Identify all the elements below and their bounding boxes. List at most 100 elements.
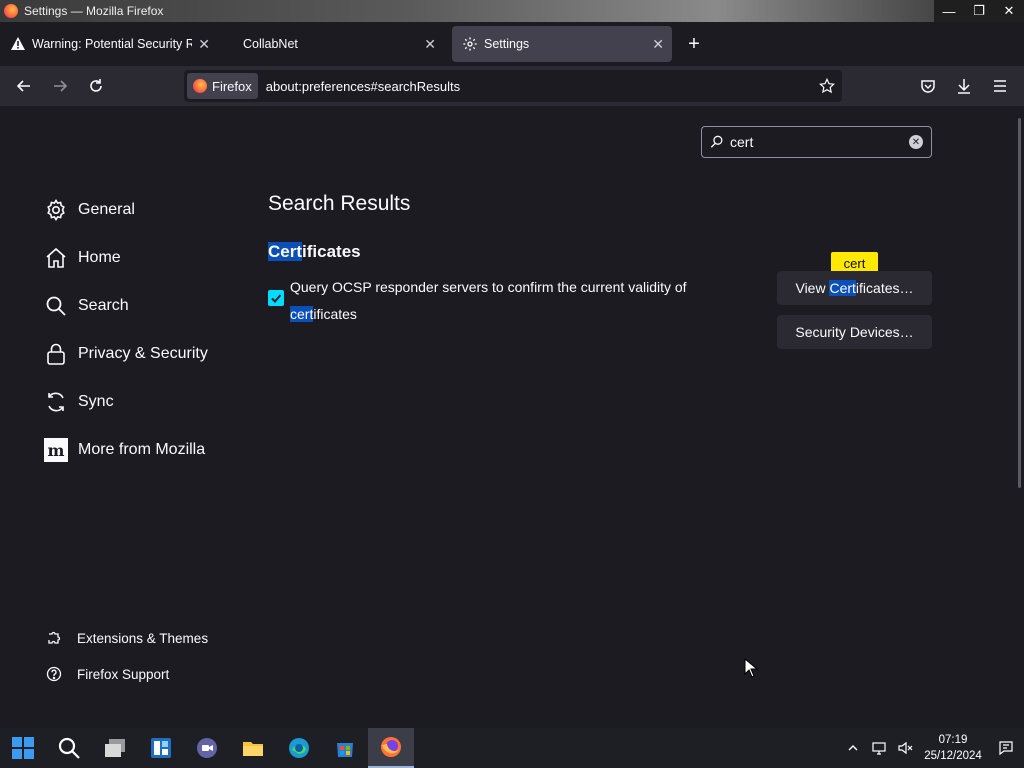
search-icon[interactable] (46, 728, 92, 768)
system-clock[interactable]: 07:19 25/12/2024 (918, 732, 988, 764)
bookmark-star-icon[interactable] (812, 78, 842, 94)
sidebar: General Home Search Privacy & Security S… (44, 186, 254, 474)
page-title: Search Results (268, 192, 411, 215)
search-highlight: Cert (268, 242, 303, 261)
reload-icon (90, 79, 102, 92)
clock-time: 07:19 (938, 734, 968, 746)
gear-icon (462, 36, 478, 52)
window-title: Settings — Mozilla Firefox (24, 4, 164, 18)
button-label-prefix: View (795, 280, 826, 296)
close-window-button[interactable]: ✕ (994, 0, 1024, 22)
extensions-themes-link[interactable]: Extensions & Themes (46, 620, 208, 656)
ocsp-label-rest: ificates (313, 306, 357, 322)
search-highlight: Cert (829, 280, 856, 296)
mouse-cursor-icon (744, 657, 759, 683)
svg-text:m: m (48, 441, 65, 460)
puzzle-icon (46, 630, 62, 646)
nav-bar: Firefox about:preferences#searchResults (0, 66, 1024, 106)
search-input[interactable] (730, 134, 909, 150)
file-explorer-icon[interactable] (230, 728, 276, 768)
firefox-logo-icon (4, 4, 18, 18)
ocsp-setting[interactable]: Query OCSP responder servers to confirm … (268, 274, 728, 328)
restore-button[interactable]: ❐ (964, 0, 994, 22)
footer-label: Firefox Support (77, 666, 170, 682)
firefox-logo-icon (193, 79, 207, 93)
identity-box[interactable]: Firefox (187, 73, 258, 99)
start-icon[interactable] (0, 728, 46, 768)
notifications-icon[interactable] (988, 728, 1024, 768)
tab-label: Warning: Potential Security Risk Ahead (32, 37, 193, 51)
sidebar-item-privacy[interactable]: Privacy & Security (44, 330, 254, 378)
new-tab-button[interactable]: + (678, 28, 710, 60)
search-highlight: cert (290, 306, 314, 322)
gear-icon (44, 198, 68, 222)
tab-strip: Warning: Potential Security Risk Ahead ✕… (0, 22, 1024, 66)
help-icon (46, 666, 62, 682)
tab-settings[interactable]: Settings ✕ (452, 26, 672, 62)
minimize-button[interactable]: — (934, 0, 964, 22)
sidebar-item-label: More from Mozilla (78, 441, 206, 458)
downloads-button[interactable] (946, 70, 982, 102)
lock-icon (44, 342, 68, 366)
sidebar-item-search[interactable]: Search (44, 282, 254, 330)
sidebar-footer: Extensions & Themes Firefox Support (46, 620, 208, 692)
search-icon (44, 294, 68, 318)
sidebar-item-label: Search (78, 297, 129, 314)
tab-collabnet[interactable]: CollabNet ✕ (218, 26, 444, 62)
sidebar-item-home[interactable]: Home (44, 234, 254, 282)
preferences-page: ✕ General Home Search Privacy & Security (0, 106, 1016, 728)
view-certificates-button[interactable]: View Cert ificates… (777, 271, 932, 305)
firefox-icon[interactable] (368, 728, 414, 768)
close-icon[interactable]: ✕ (652, 36, 664, 53)
forward-button[interactable] (42, 70, 78, 102)
tab-label: CollabNet (243, 37, 298, 51)
store-icon[interactable] (322, 728, 368, 768)
section-title-rest: ificates (302, 242, 361, 261)
hamburger-menu-icon (994, 80, 1006, 92)
home-icon (44, 246, 68, 270)
security-devices-button[interactable]: Security Devices… (777, 315, 932, 349)
toolbar-right (910, 70, 1018, 102)
find-in-settings[interactable]: ✕ (701, 126, 932, 158)
ocsp-label-line1: Query OCSP responder servers to confirm … (290, 279, 687, 295)
task-view-icon[interactable] (92, 728, 138, 768)
system-tray: 07:19 25/12/2024 (840, 728, 1024, 768)
reload-button[interactable] (78, 70, 114, 102)
sync-icon (44, 390, 68, 414)
section-title-certificates: Certificates (268, 242, 361, 262)
tab-security-warning[interactable]: Warning: Potential Security Risk Ahead ✕ (0, 26, 218, 62)
back-button[interactable] (6, 70, 42, 102)
url-bar[interactable]: Firefox about:preferences#searchResults (184, 70, 842, 102)
taskbar: 07:19 25/12/2024 (0, 728, 1024, 768)
close-icon[interactable]: ✕ (198, 36, 210, 53)
sidebar-item-label: General (78, 201, 135, 218)
download-icon (958, 79, 970, 94)
arrow-right-icon (54, 80, 68, 92)
identity-label: Firefox (212, 78, 252, 94)
warning-icon (10, 36, 26, 52)
network-icon[interactable] (866, 728, 892, 768)
sidebar-item-label: Sync (78, 393, 114, 410)
sidebar-item-more-from-mozilla[interactable]: m More from Mozilla (44, 426, 254, 474)
chevron-up-icon[interactable] (840, 728, 866, 768)
arrow-left-icon (16, 80, 30, 92)
page-scrollbar[interactable] (1016, 106, 1024, 728)
edge-icon[interactable] (276, 728, 322, 768)
clear-search-icon[interactable]: ✕ (909, 135, 923, 149)
close-icon[interactable]: ✕ (424, 36, 436, 53)
sidebar-item-general[interactable]: General (44, 186, 254, 234)
sidebar-item-sync[interactable]: Sync (44, 378, 254, 426)
ocsp-label: Query OCSP responder servers to confirm … (290, 274, 687, 328)
scrollbar-thumb[interactable] (1018, 118, 1021, 488)
chat-icon[interactable] (184, 728, 230, 768)
mozilla-icon: m (44, 438, 68, 462)
menu-button[interactable] (982, 70, 1018, 102)
ocsp-checkbox[interactable] (268, 290, 284, 306)
volume-muted-icon[interactable] (892, 728, 918, 768)
sidebar-item-label: Home (78, 249, 121, 266)
window-controls: — ❐ ✕ (934, 0, 1024, 22)
pocket-button[interactable] (910, 70, 946, 102)
widgets-icon[interactable] (138, 728, 184, 768)
firefox-support-link[interactable]: Firefox Support (46, 656, 208, 692)
url-text[interactable]: about:preferences#searchResults (266, 79, 812, 94)
